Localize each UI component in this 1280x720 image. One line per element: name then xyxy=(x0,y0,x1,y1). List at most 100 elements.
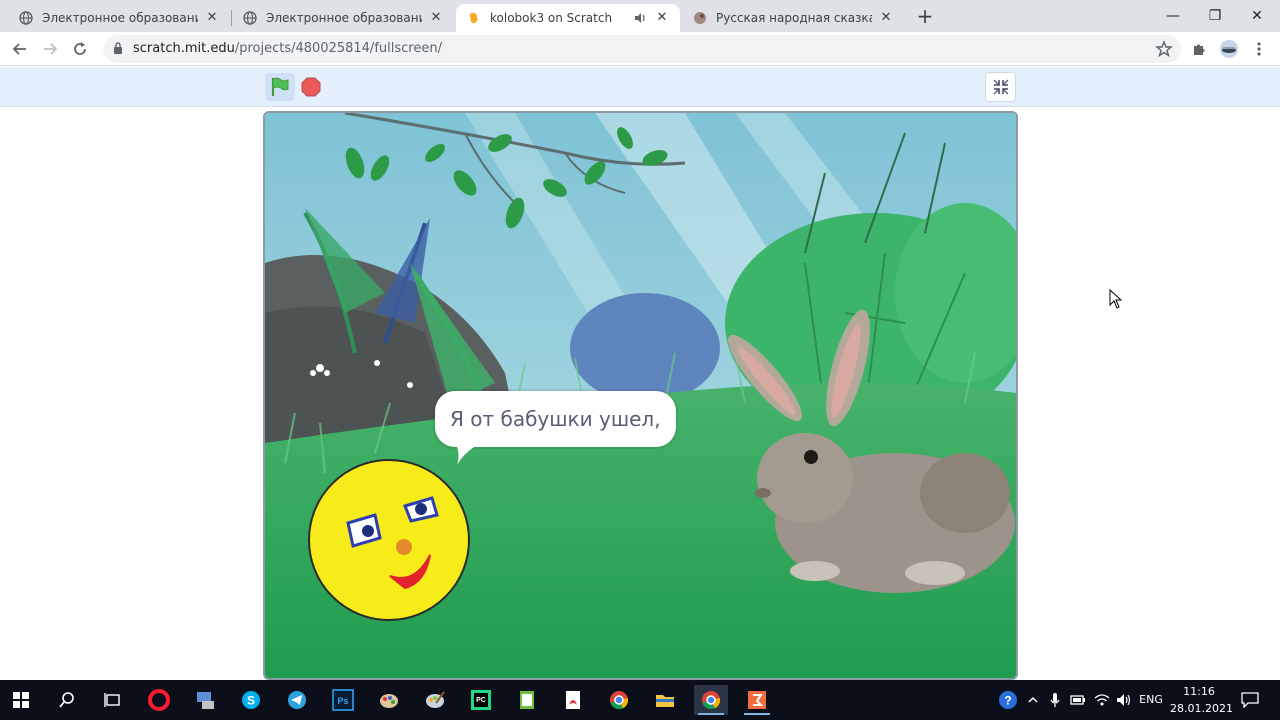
url-path: /projects/480025814/fullscreen/ xyxy=(234,41,442,56)
scratch-desktop-taskbar[interactable] xyxy=(740,685,774,715)
maximize-button[interactable]: ❐ xyxy=(1192,0,1238,32)
reload-button[interactable] xyxy=(68,37,92,61)
microphone-icon xyxy=(1050,693,1060,707)
url-host: scratch.mit.edu xyxy=(133,41,235,56)
close-icon[interactable]: ✕ xyxy=(654,10,670,26)
extensions-button[interactable] xyxy=(1189,39,1209,59)
chrome-icon xyxy=(610,691,629,710)
skype-taskbar[interactable]: S xyxy=(234,685,268,715)
address-bar[interactable]: scratch.mit.edu/projects/480025814/fulls… xyxy=(103,35,1181,63)
telegram-taskbar[interactable] xyxy=(280,685,314,715)
active-indicator xyxy=(698,713,724,715)
lock-icon xyxy=(114,42,122,54)
back-button[interactable] xyxy=(8,37,32,61)
paint-palette-icon xyxy=(380,694,398,708)
notifications-button[interactable] xyxy=(1238,685,1262,715)
mouse-cursor-icon xyxy=(1109,289,1123,309)
kebab-menu-icon xyxy=(1257,42,1261,56)
task-view-button[interactable] xyxy=(96,685,130,715)
wifi-icon xyxy=(1094,694,1110,706)
orange-app-icon xyxy=(748,691,766,709)
acrobat-taskbar[interactable] xyxy=(556,685,590,715)
telegram-icon xyxy=(288,691,306,709)
battery-tray[interactable] xyxy=(1068,685,1088,715)
speaker-icon xyxy=(1117,694,1131,706)
tab-title: Электронное образование Рес xyxy=(42,11,198,25)
microphone-tray[interactable] xyxy=(1045,685,1065,715)
file-explorer-taskbar[interactable] xyxy=(648,685,682,715)
active-indicator xyxy=(744,713,770,715)
chrome-active-taskbar[interactable] xyxy=(694,685,728,715)
chrome-profile-icon xyxy=(702,691,721,710)
close-icon[interactable]: ✕ xyxy=(204,10,220,26)
notepad-icon xyxy=(520,691,534,709)
opera-taskbar[interactable] xyxy=(142,685,176,715)
network-app-taskbar[interactable] xyxy=(188,685,222,715)
exit-fullscreen-button[interactable] xyxy=(985,72,1016,102)
site-favicon-icon xyxy=(692,10,708,26)
stop-icon xyxy=(301,77,321,97)
green-flag-button[interactable] xyxy=(265,73,295,101)
computer-network-icon xyxy=(197,692,214,709)
window-close-button[interactable]: ✕ xyxy=(1234,0,1280,32)
clock-time[interactable]: 11:16 xyxy=(1170,685,1228,698)
url-text: scratch.mit.edu/projects/480025814/fulls… xyxy=(133,41,442,56)
close-icon[interactable]: ✕ xyxy=(428,10,444,26)
chevron-up-icon xyxy=(1028,696,1038,703)
photoshop-taskbar[interactable]: Ps xyxy=(326,685,360,715)
tab-2[interactable]: Электронное образование Рес ✕ xyxy=(232,4,454,32)
tab-3-active[interactable]: kolobok3 on Scratch ✕ xyxy=(456,4,680,32)
scratch-stage[interactable]: Я от бабушки ушел, xyxy=(263,111,1018,680)
globe-icon xyxy=(18,10,34,26)
tab-title: Русская народная сказка - Коло xyxy=(716,11,872,25)
task-view-icon xyxy=(104,693,120,707)
tab-strip: Электронное образование Рес ✕ Электронно… xyxy=(0,0,1280,32)
minimize-button[interactable]: — xyxy=(1150,0,1196,32)
svg-text:PC: PC xyxy=(476,697,486,704)
svg-text:?: ? xyxy=(1004,694,1011,708)
chrome-taskbar[interactable] xyxy=(602,685,636,715)
opera-icon xyxy=(148,689,170,711)
windows-logo-icon xyxy=(13,692,29,708)
forward-button[interactable] xyxy=(38,37,62,61)
help-tray[interactable]: ? xyxy=(996,685,1020,715)
scratch-logo-icon xyxy=(466,10,482,26)
speech-bubble: Я от бабушки ушел, xyxy=(435,391,676,447)
arrow-left-icon xyxy=(12,43,26,55)
speech-bubble-tail xyxy=(455,443,481,465)
search-icon xyxy=(59,692,74,708)
paint-taskbar[interactable] xyxy=(372,685,406,715)
clock-date[interactable]: 28.01.2021 xyxy=(1170,702,1233,715)
tray-expand-button[interactable] xyxy=(1024,685,1042,715)
profile-button[interactable] xyxy=(1218,39,1240,59)
windows-taskbar: S Ps PC ? ENG 11:16 28.01.2021 xyxy=(0,680,1280,720)
photoshop-icon: Ps xyxy=(332,689,354,711)
help-icon: ? xyxy=(999,691,1017,709)
shrink-icon xyxy=(993,79,1008,95)
star-icon xyxy=(1155,40,1173,58)
pycharm-taskbar[interactable]: PC xyxy=(464,685,498,715)
tab-title: Электронное образование Рес xyxy=(266,11,422,25)
volume-tray[interactable] xyxy=(1114,685,1134,715)
wifi-tray[interactable] xyxy=(1092,685,1112,715)
start-button[interactable] xyxy=(4,685,38,715)
globe-icon xyxy=(242,10,258,26)
svg-text:S: S xyxy=(247,694,255,708)
tab-4[interactable]: Русская народная сказка - Коло ✕ xyxy=(682,4,904,32)
notification-icon xyxy=(1241,692,1259,708)
menu-button[interactable] xyxy=(1249,39,1269,59)
paint3d-taskbar[interactable] xyxy=(418,685,452,715)
speech-text: Я от бабушки ушел, xyxy=(450,407,661,431)
pycharm-icon: PC xyxy=(471,690,491,710)
notepad-taskbar[interactable] xyxy=(510,685,544,715)
search-button[interactable] xyxy=(50,685,84,715)
new-tab-button[interactable]: + xyxy=(914,6,936,28)
puzzle-icon xyxy=(1194,44,1205,55)
language-indicator[interactable]: ENG xyxy=(1137,693,1165,706)
close-icon[interactable]: ✕ xyxy=(878,10,894,26)
speaker-icon[interactable] xyxy=(632,10,648,26)
tab-1[interactable]: Электронное образование Рес ✕ xyxy=(8,4,230,32)
browser-toolbar: scratch.mit.edu/projects/480025814/fulls… xyxy=(0,32,1280,66)
skype-icon: S xyxy=(242,691,260,709)
stop-button[interactable] xyxy=(298,73,324,101)
